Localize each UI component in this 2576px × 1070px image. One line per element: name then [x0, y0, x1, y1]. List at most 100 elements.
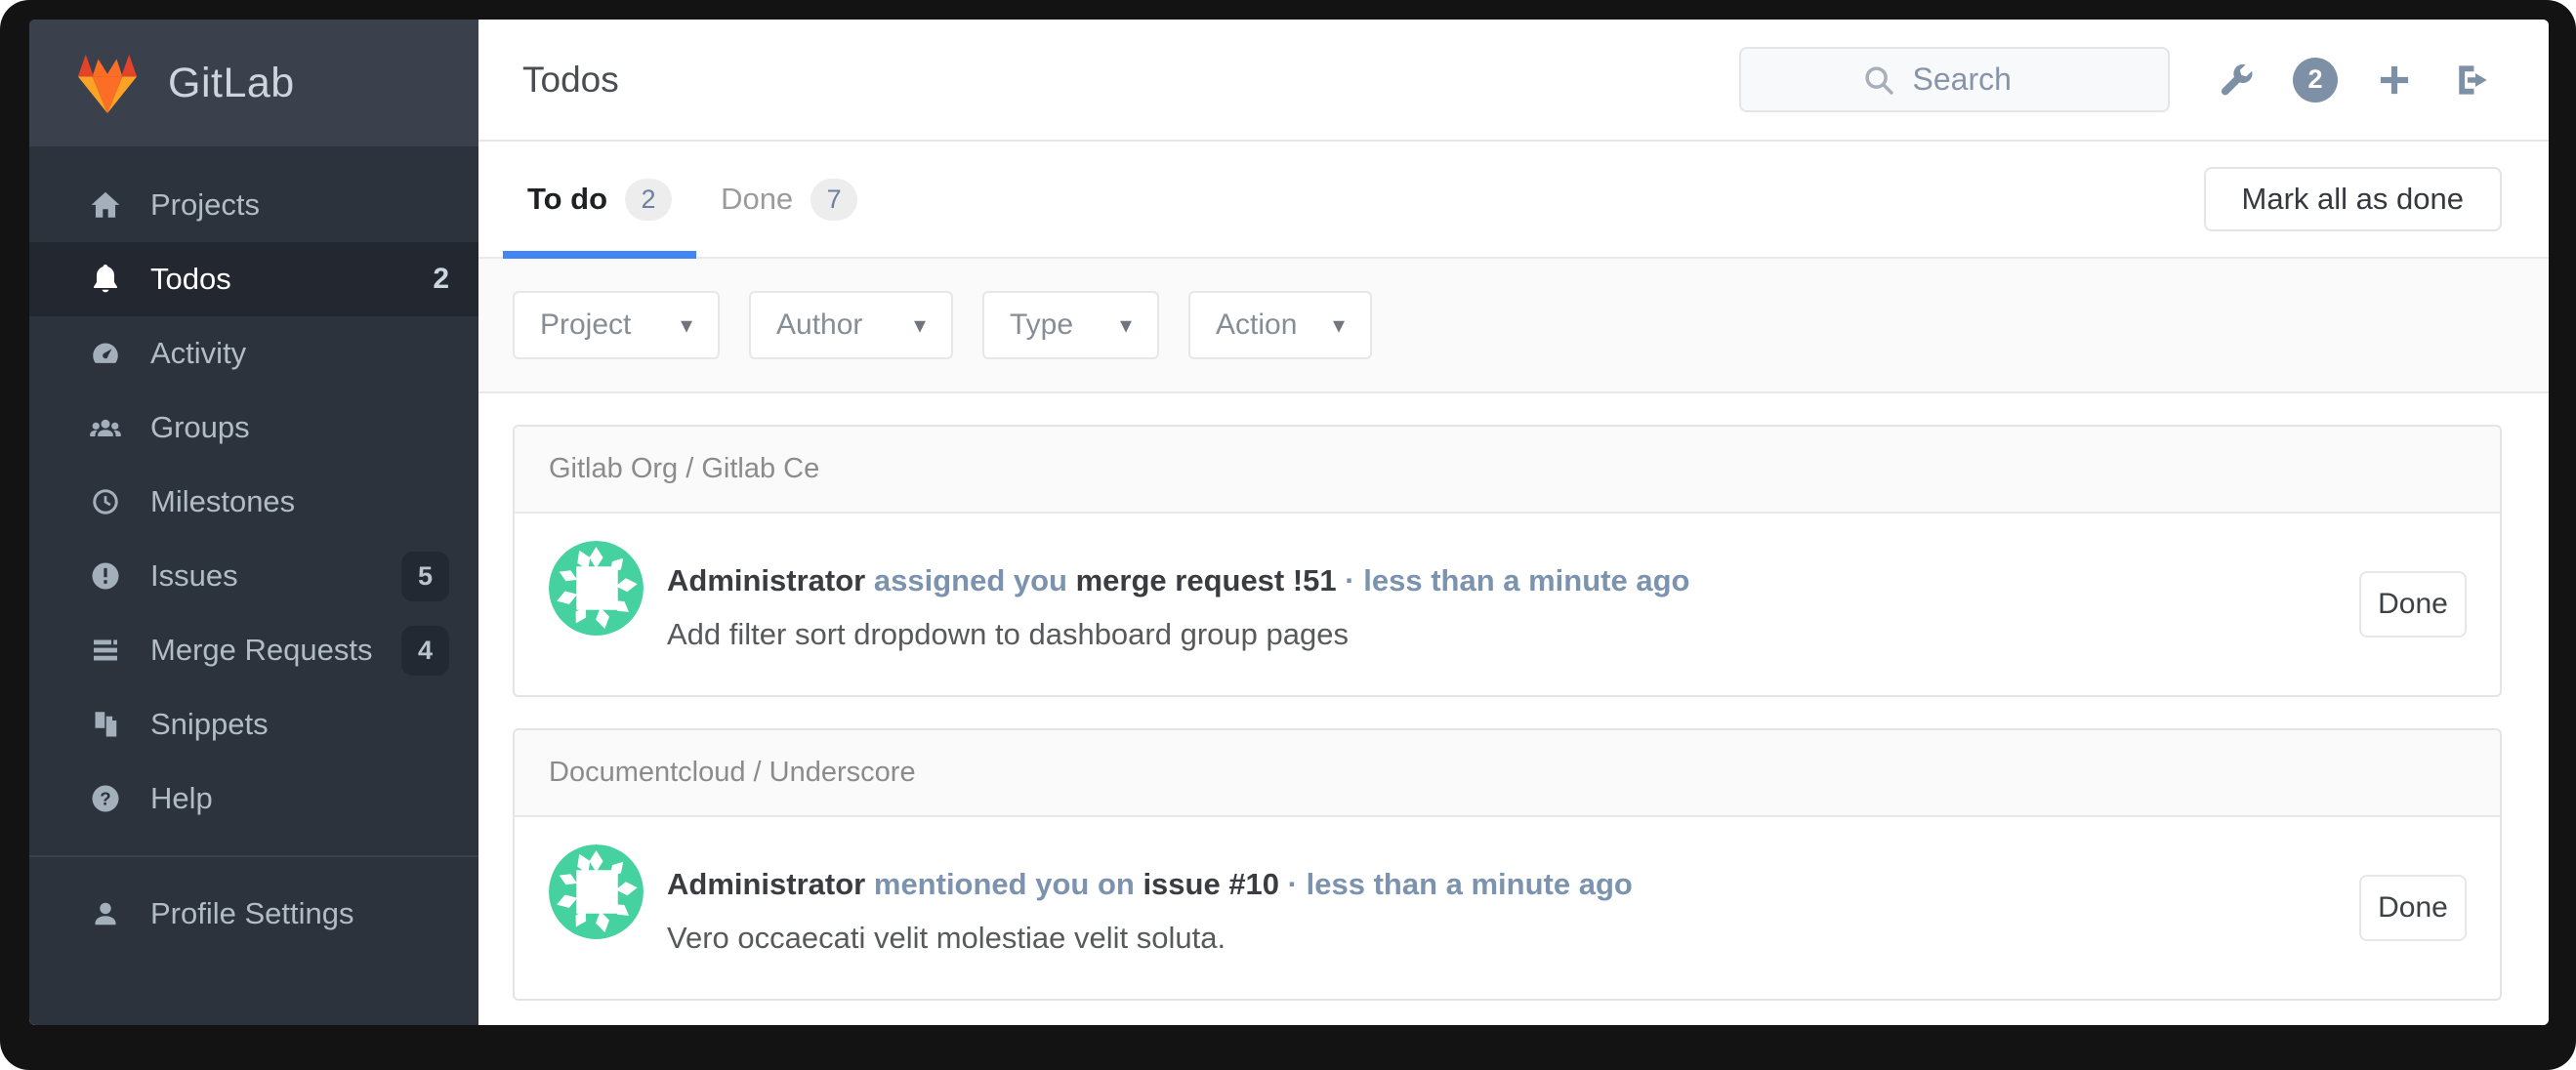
- tab-todo[interactable]: To do 2: [503, 142, 697, 259]
- todo-group-panel: Gitlab Org / Gitlab Ce Administrator ass…: [513, 425, 2502, 697]
- caret-down-icon: ▾: [913, 311, 926, 339]
- sidebar-item-label: Activity: [150, 336, 247, 370]
- filter-label: Project: [540, 309, 632, 341]
- list-bars-icon: [86, 631, 125, 670]
- filter-label: Type: [1010, 309, 1074, 341]
- issue-circle-icon: [86, 556, 125, 596]
- search-input[interactable]: [1912, 62, 2050, 98]
- sidebar-item-label: Todos: [150, 262, 231, 296]
- gauge-icon: [86, 334, 125, 373]
- todo-item: Administrator mentioned you on issue #10…: [515, 817, 2500, 999]
- mark-all-as-done-button[interactable]: Mark all as done: [2203, 167, 2502, 231]
- todo-action: mentioned you on: [873, 866, 1135, 901]
- plus-icon[interactable]: [2373, 59, 2416, 102]
- sidebar-item-issues[interactable]: Issues 5: [29, 539, 478, 613]
- sidebar-item-label: Profile Settings: [150, 896, 354, 930]
- sidebar-item-profile-settings[interactable]: Profile Settings: [29, 877, 478, 951]
- action-filter-dropdown[interactable]: Action ▾: [1188, 291, 1372, 359]
- tab-count-badge: 7: [810, 178, 858, 221]
- todo-body: Add filter sort dropdown to dashboard gr…: [667, 616, 1349, 651]
- gitlab-tanuki-icon: [77, 54, 138, 114]
- header-icons: 2: [2215, 57, 2494, 103]
- project-filter-dropdown[interactable]: Project ▾: [513, 291, 720, 359]
- todo-author[interactable]: Administrator: [667, 867, 865, 901]
- sidebar-item-label: Snippets: [150, 707, 269, 741]
- todo-title: Administrator mentioned you on issue #10…: [667, 863, 2330, 907]
- sidebar-item-merge-requests[interactable]: Merge Requests 4: [29, 613, 478, 687]
- sidebar-item-snippets[interactable]: Snippets: [29, 687, 478, 761]
- clock-icon: [86, 482, 125, 521]
- caret-down-icon: ▾: [680, 311, 692, 339]
- todo-item: Administrator assigned you merge request…: [515, 514, 2500, 695]
- search-icon: [1864, 65, 1893, 95]
- sidebar-item-label: Merge Requests: [150, 633, 373, 667]
- avatar: [549, 844, 644, 939]
- todo-target-link[interactable]: merge request !51: [1076, 563, 1337, 597]
- sidebar-item-label: Groups: [150, 410, 250, 444]
- filter-bar: Project ▾ Author ▾ Type ▾ Action ▾: [478, 259, 2549, 393]
- todo-body: Vero occaecati velit molestiae velit sol…: [667, 920, 1226, 955]
- page-title: Todos: [522, 59, 619, 100]
- todo-group-panel: Documentcloud / Underscore Administrator…: [513, 728, 2502, 1001]
- sidebar-divider: [29, 855, 478, 857]
- sidebar-logo[interactable]: GitLab: [29, 20, 478, 146]
- done-button[interactable]: Done: [2359, 571, 2467, 638]
- file-copy-icon: [86, 705, 125, 744]
- caret-down-icon: ▾: [1119, 311, 1132, 339]
- main-area: Todos 2: [478, 20, 2549, 1025]
- issues-count-badge: 5: [400, 551, 449, 601]
- sidebar: GitLab Projects Todos 2 Activity Groups …: [29, 20, 478, 1025]
- filter-label: Author: [776, 309, 863, 341]
- sidebar-item-milestones[interactable]: Milestones: [29, 465, 478, 539]
- question-circle-icon: ?: [86, 779, 125, 818]
- sidebar-item-label: Milestones: [150, 484, 296, 518]
- bell-icon: [86, 260, 125, 299]
- merge-requests-count-badge: 4: [400, 625, 449, 676]
- sidebar-item-groups[interactable]: Groups: [29, 391, 478, 465]
- project-group-header: Gitlab Org / Gitlab Ce: [515, 427, 2500, 514]
- done-button[interactable]: Done: [2359, 875, 2467, 941]
- sidebar-item-todos[interactable]: Todos 2: [29, 242, 478, 316]
- sidebar-item-help[interactable]: ? Help: [29, 761, 478, 836]
- search-box[interactable]: [1739, 47, 2170, 112]
- type-filter-dropdown[interactable]: Type ▾: [982, 291, 1159, 359]
- sidebar-item-activity[interactable]: Activity: [29, 316, 478, 391]
- author-filter-dropdown[interactable]: Author ▾: [749, 291, 953, 359]
- sidebar-item-label: Issues: [150, 558, 238, 593]
- todo-timestamp: less than a minute ago: [1363, 562, 1690, 597]
- todo-author[interactable]: Administrator: [667, 563, 865, 597]
- admin-wrench-icon[interactable]: [2215, 59, 2258, 102]
- todo-timestamp: less than a minute ago: [1306, 866, 1633, 901]
- todo-count-badge[interactable]: 2: [2293, 57, 2338, 103]
- todo-action: assigned you: [873, 562, 1067, 597]
- tabs-row: To do 2 Done 7 Mark all as done: [478, 142, 2549, 259]
- todos-list: Gitlab Org / Gitlab Ce Administrator ass…: [478, 393, 2549, 1025]
- filter-label: Action: [1216, 309, 1298, 341]
- todo-text: Administrator mentioned you on issue #10…: [667, 857, 2330, 959]
- gitlab-app-window: GitLab Projects Todos 2 Activity Groups …: [29, 20, 2549, 1025]
- todos-count-badge: 2: [433, 263, 449, 295]
- user-icon: [86, 894, 125, 933]
- tab-label: To do: [527, 182, 608, 216]
- sidebar-item-projects[interactable]: Projects: [29, 168, 478, 242]
- logo-wordmark: GitLab: [168, 59, 295, 106]
- sidebar-item-label: Help: [150, 781, 213, 815]
- tab-done[interactable]: Done 7: [696, 142, 882, 257]
- home-icon: [86, 185, 125, 225]
- avatar: [549, 541, 644, 636]
- sidebar-nav: Projects Todos 2 Activity Groups Milesto…: [29, 146, 478, 951]
- todo-text: Administrator assigned you merge request…: [667, 554, 2330, 655]
- users-icon: [86, 408, 125, 447]
- todo-title: Administrator assigned you merge request…: [667, 559, 2330, 603]
- caret-down-icon: ▾: [1332, 311, 1345, 339]
- page-header: Todos 2: [478, 20, 2549, 142]
- sign-out-icon[interactable]: [2451, 59, 2494, 102]
- screenshot-frame: GitLab Projects Todos 2 Activity Groups …: [0, 0, 2576, 1070]
- separator-dot: ·: [1345, 562, 1355, 597]
- svg-text:?: ?: [100, 788, 110, 808]
- project-group-header: Documentcloud / Underscore: [515, 730, 2500, 817]
- tab-label: Done: [721, 182, 794, 216]
- todo-target-link[interactable]: issue #10: [1143, 867, 1279, 901]
- tab-count-badge: 2: [625, 178, 673, 221]
- sidebar-item-label: Projects: [150, 187, 260, 222]
